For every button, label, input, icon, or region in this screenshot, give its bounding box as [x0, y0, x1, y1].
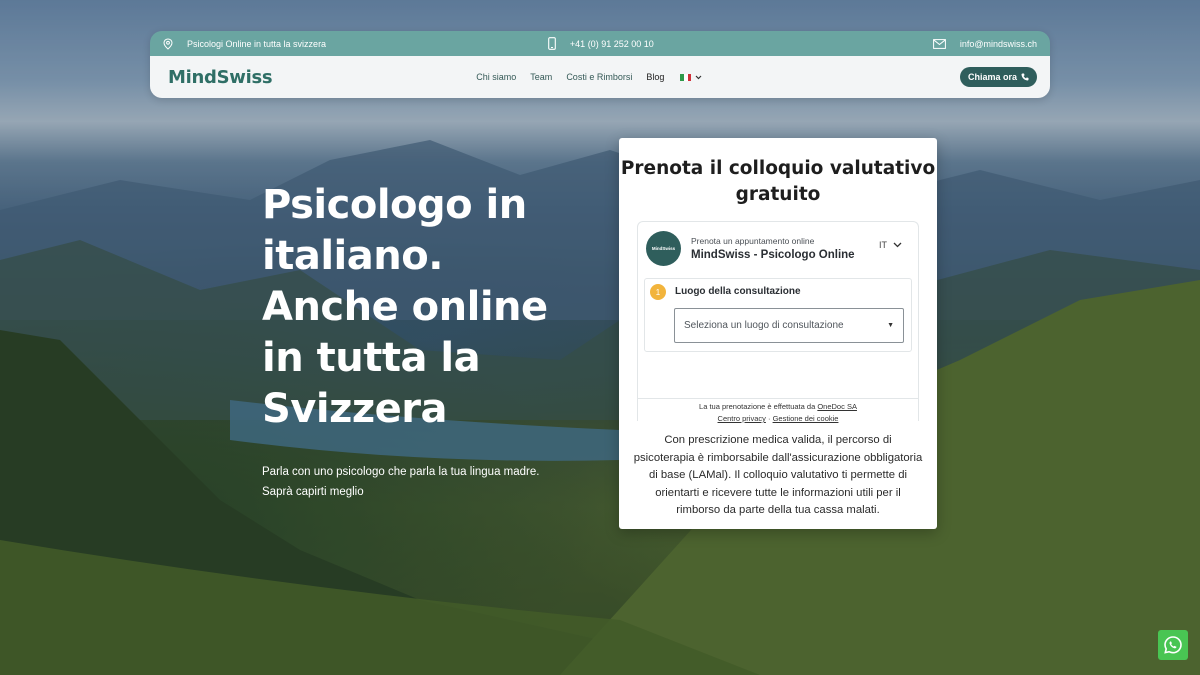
consultation-location-step: 1 Luogo della consultazione Seleziona un… [644, 278, 912, 352]
booking-widget: MindSwiss Prenota un appuntamento online… [637, 221, 919, 421]
provider-avatar: MindSwiss [646, 231, 681, 266]
location-text: Psicologi Online in tutta la svizzera [187, 38, 327, 49]
cookie-settings-link[interactable]: Gestione dei cookie [773, 414, 839, 423]
phone-info[interactable]: +41 (0) 91 252 00 10 [548, 37, 933, 50]
select-placeholder: Seleziona un luogo di consultazione [684, 320, 844, 331]
step-label: Luogo della consultazione [675, 286, 801, 297]
booking-card: Prenota il colloquio valutativo gratuito… [619, 138, 937, 529]
site-logo[interactable]: MindSwiss [168, 67, 273, 88]
widget-language-select[interactable]: IT [879, 240, 902, 250]
map-pin-icon [163, 37, 173, 50]
call-now-button[interactable]: Chiama ora [959, 67, 1037, 87]
nav-item-costi-rimborsi[interactable]: Costi e Rimborsi [566, 72, 632, 82]
reimbursement-description: Con prescrizione medica valida, il perco… [633, 434, 923, 516]
provider-info: Prenota un appuntamento online MindSwiss… [691, 236, 879, 261]
onedoc-link[interactable]: OneDoc SA [817, 402, 857, 411]
nav-bar: MindSwiss Chi siamo Team Costi e Rimbors… [150, 56, 1050, 98]
email-info[interactable]: info@mindswiss.ch [932, 38, 1037, 49]
hero-subtitle: Parla con uno psicologo che parla la tua… [262, 466, 540, 498]
smartphone-icon [548, 37, 556, 50]
site-header: Psicologi Online in tutta la svizzera +4… [150, 31, 1050, 98]
email-text[interactable]: info@mindswiss.ch [960, 39, 1037, 49]
phone-icon [1021, 73, 1029, 81]
phone-text[interactable]: +41 (0) 91 252 00 10 [570, 39, 654, 49]
caret-down-icon: ▼ [887, 322, 894, 329]
powered-prefix: La tua prenotazione è effettuata da [699, 402, 816, 411]
info-bar: Psicologi Online in tutta la svizzera +4… [150, 31, 1050, 56]
language-switcher[interactable] [678, 73, 702, 81]
nav-item-team[interactable]: Team [530, 72, 552, 82]
whatsapp-icon [1164, 636, 1182, 654]
booking-provider-note: La tua prenotazione è effettuata da OneD… [637, 398, 919, 425]
widget-header: MindSwiss Prenota un appuntamento online… [638, 222, 918, 266]
widget-language-label: IT [879, 239, 887, 250]
envelope-icon [932, 38, 946, 49]
whatsapp-button[interactable] [1158, 630, 1188, 660]
link-separator: · [767, 414, 771, 423]
provider-name: MindSwiss - Psicologo Online [691, 249, 855, 261]
location-info: Psicologi Online in tutta la svizzera [163, 37, 548, 50]
booking-title: Prenota il colloquio valutativo gratuito [620, 158, 936, 205]
consultation-location-select[interactable]: Seleziona un luogo di consultazione ▼ [674, 308, 904, 343]
nav-item-chi-siamo[interactable]: Chi siamo [476, 72, 516, 82]
call-now-label: Chiama ora [967, 72, 1017, 82]
privacy-center-link[interactable]: Centro privacy [718, 414, 766, 423]
background-overlay [0, 0, 1200, 675]
chevron-down-icon [695, 75, 702, 79]
main-nav: Chi siamo Team Costi e Rimborsi Blog [476, 72, 702, 82]
nav-item-blog[interactable]: Blog [646, 72, 664, 82]
step-number-badge: 1 [650, 284, 666, 300]
hero-title: Psicologo in italiano. Anche online in t… [262, 182, 548, 432]
italy-flag-icon [680, 73, 692, 81]
chevron-down-icon [893, 242, 902, 247]
appointment-label: Prenota un appuntamento online [691, 236, 815, 246]
